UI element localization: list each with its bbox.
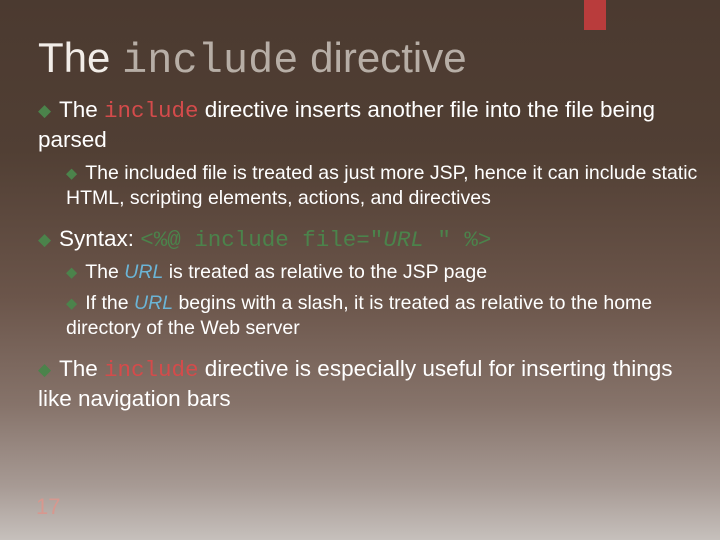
bullet-2: ◆ Syntax: <%@ include file="URL " %> bbox=[38, 225, 700, 255]
b1a-text: The included file is treated as just mor… bbox=[66, 162, 697, 209]
b1-keyword: include bbox=[104, 98, 199, 124]
b2-code-1: <%@ include file=" bbox=[140, 227, 383, 253]
diamond-icon: ◆ bbox=[66, 295, 77, 314]
diamond-icon: ◆ bbox=[66, 264, 77, 283]
b2-url: URL bbox=[383, 227, 424, 253]
b2b-url: URL bbox=[134, 292, 173, 314]
b3-keyword: include bbox=[104, 357, 199, 383]
b2a-text-2: is treated as relative to the JSP page bbox=[163, 261, 487, 283]
b2a-text-1: The bbox=[85, 261, 124, 283]
bullet-1: ◆The include directive inserts another f… bbox=[38, 96, 700, 155]
page-number: 17 bbox=[36, 494, 60, 520]
title-keyword: include bbox=[122, 37, 298, 85]
b2-code-2: " %> bbox=[424, 227, 492, 253]
b2a-url: URL bbox=[124, 261, 163, 283]
diamond-icon: ◆ bbox=[38, 100, 51, 122]
slide-body: ◆The include directive inserts another f… bbox=[38, 96, 700, 420]
diamond-icon: ◆ bbox=[66, 165, 77, 184]
diamond-icon: ◆ bbox=[38, 359, 51, 381]
slide: The include directive ◆ The include direc… bbox=[0, 0, 720, 540]
bullet-3: ◆The include directive is especially use… bbox=[38, 355, 700, 414]
title-text-2: directive bbox=[298, 34, 466, 81]
b1-text-1: The bbox=[59, 97, 104, 122]
diamond-icon: ◆ bbox=[38, 229, 51, 251]
bullet-2b: ◆If the URL begins with a slash, it is t… bbox=[66, 291, 700, 341]
title-text-1: The bbox=[38, 34, 122, 81]
bullet-2a: ◆ The URL is treated as relative to the J… bbox=[66, 260, 700, 285]
accent-ribbon bbox=[584, 0, 606, 30]
b2b-text-1: If the bbox=[85, 292, 134, 314]
bullet-1a: ◆The included file is treated as just mo… bbox=[66, 161, 700, 211]
slide-title: The include directive bbox=[38, 34, 467, 85]
b2-text-1: Syntax: bbox=[59, 226, 140, 251]
b3-text-1: The bbox=[59, 356, 104, 381]
